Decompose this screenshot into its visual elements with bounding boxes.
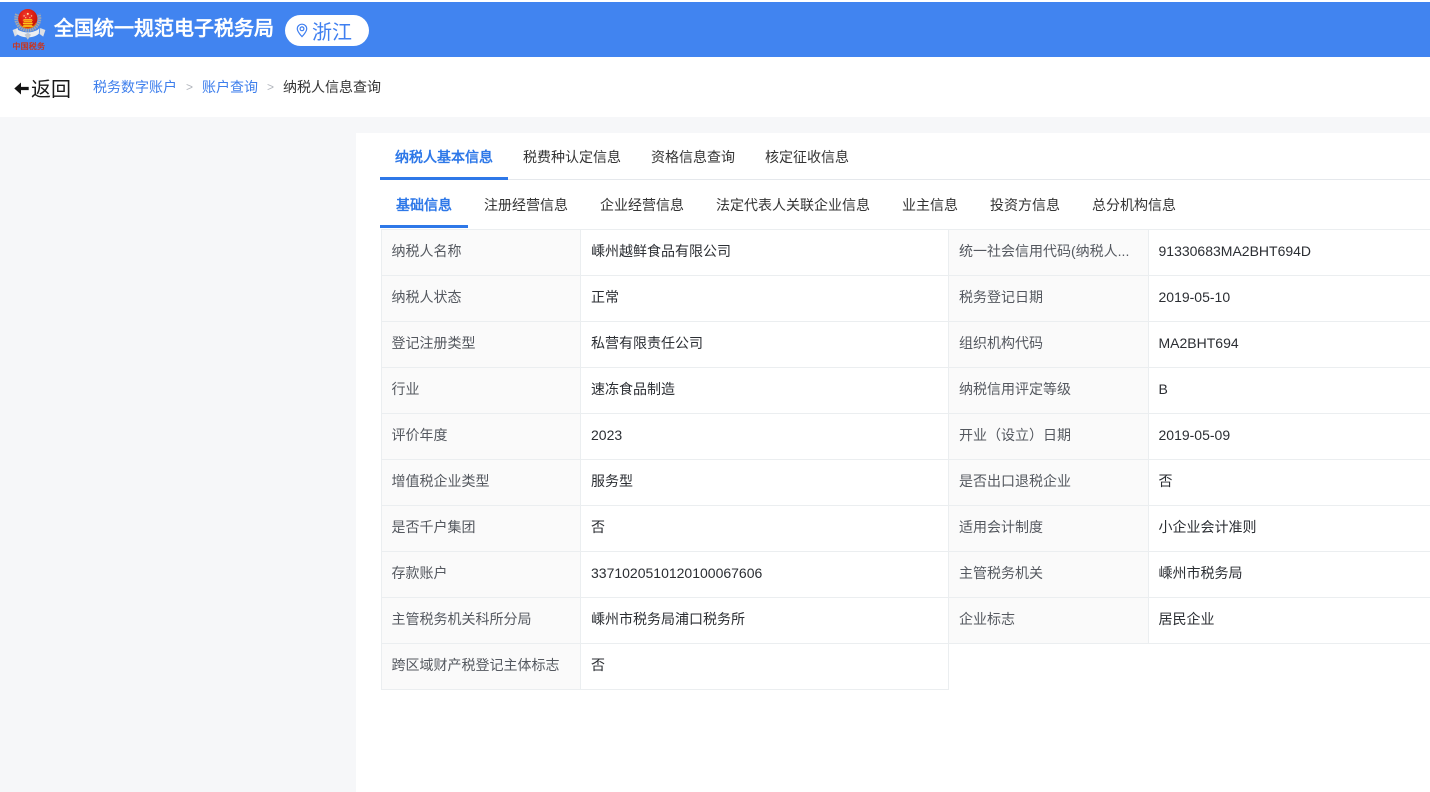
svg-text:中国税务: 中国税务	[12, 41, 46, 50]
